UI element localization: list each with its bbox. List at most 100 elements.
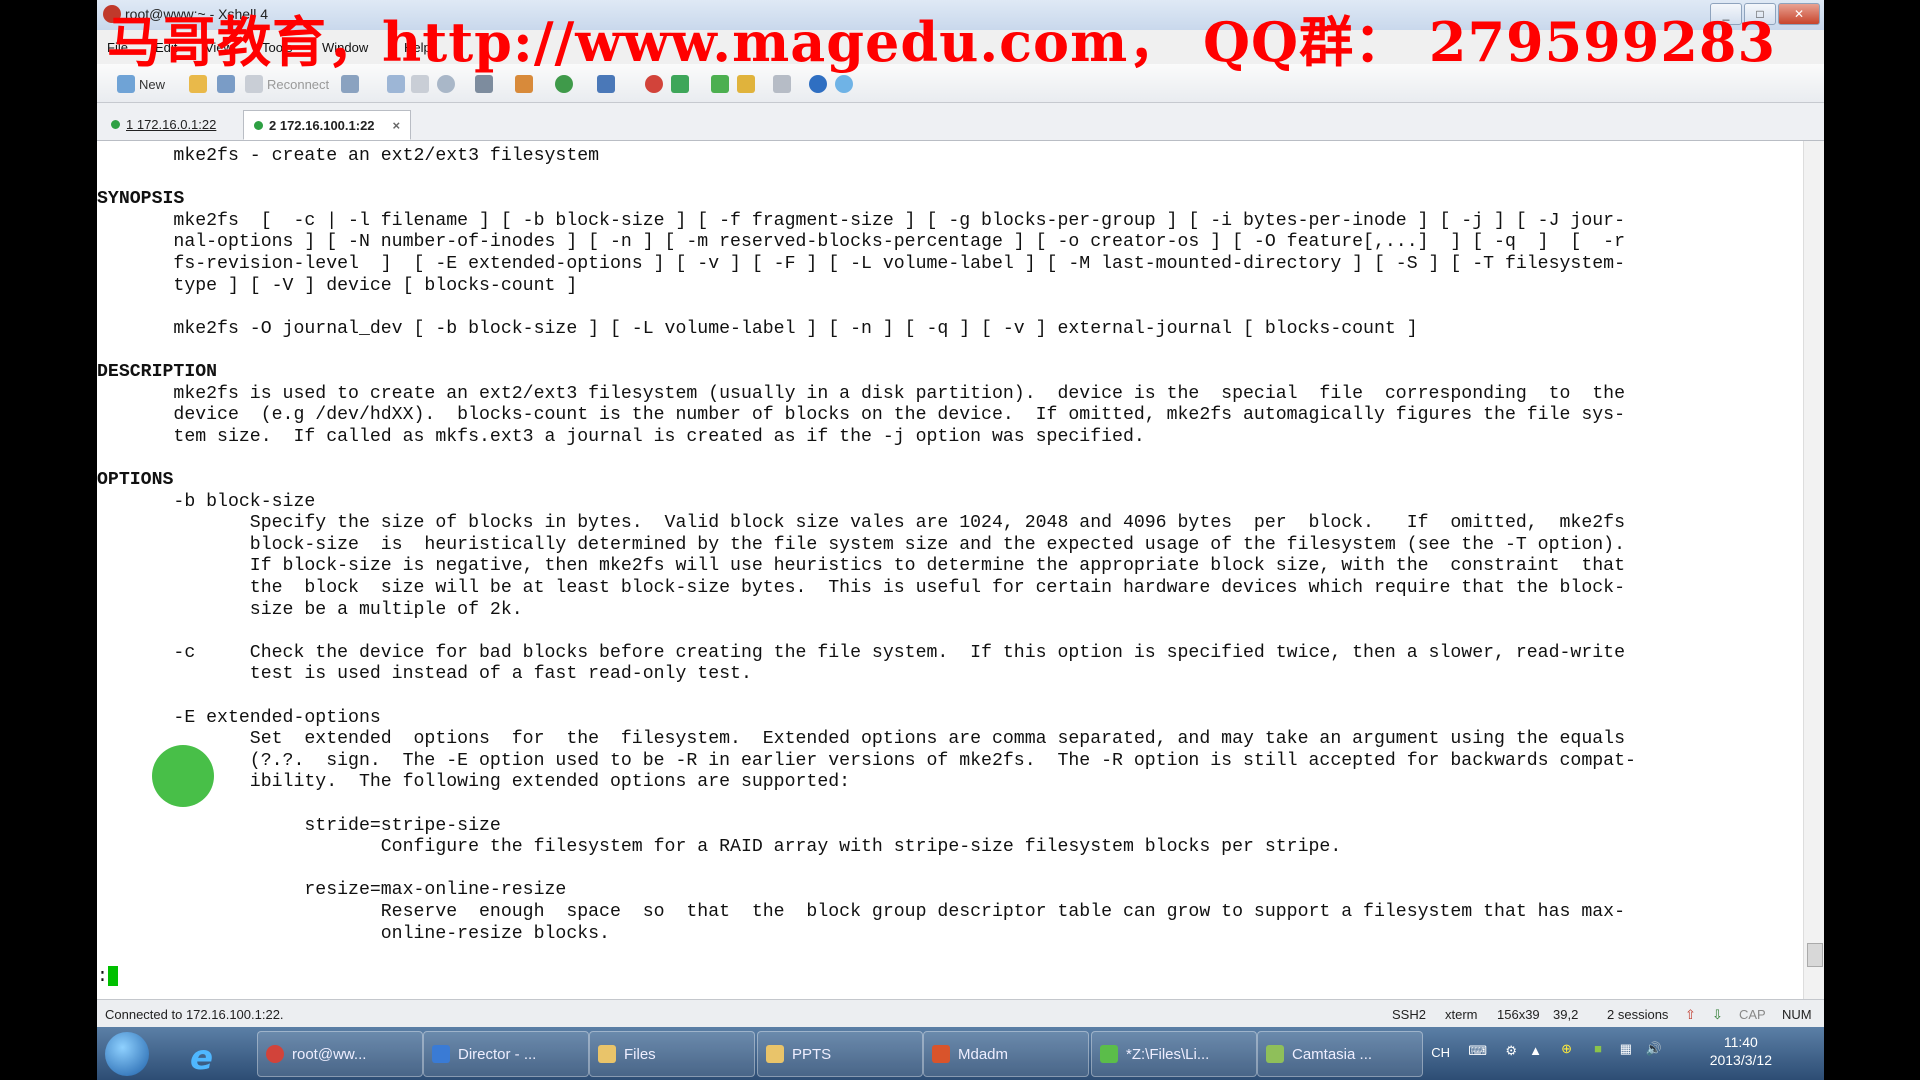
protocol-indicator: SSH2	[1392, 1007, 1426, 1022]
terminal-line: block-size is heuristically determined b…	[97, 534, 1625, 555]
reconnect-icon	[245, 75, 263, 93]
terminal-line: type ] [ -V ] device [ blocks-count ]	[97, 275, 578, 296]
print-icon	[475, 75, 493, 93]
tab-close-icon[interactable]: ×	[393, 118, 401, 133]
terminal-output[interactable]: mke2fs - create an ext2/ext3 filesystem S…	[97, 141, 1802, 999]
start-button[interactable]	[105, 1032, 149, 1076]
terminal-line: DESCRIPTION	[97, 362, 218, 382]
terminal-cursor	[107, 965, 118, 986]
folder-icon	[598, 1045, 616, 1063]
show-hidden-icons[interactable]: ▲	[1529, 1043, 1542, 1058]
new-label: New	[139, 76, 166, 92]
lock-icon	[737, 75, 755, 93]
terminal-line: -E extended-options	[97, 707, 381, 728]
windows-taskbar: e root@ww... Director - ... Files PPTS M…	[97, 1027, 1824, 1080]
xmanager-icon	[671, 75, 689, 93]
copy-icon	[387, 75, 405, 93]
task-ppts[interactable]: PPTS	[757, 1031, 923, 1077]
terminal-line: -b block-size	[97, 491, 316, 512]
task-xshell[interactable]: root@ww...	[257, 1031, 423, 1077]
close-button[interactable]: ✕	[1778, 3, 1820, 25]
terminal-line: fs-revision-level ] [ -E extended-option…	[97, 254, 1625, 274]
tab-session-1[interactable]: 1 172.16.0.1:22	[101, 110, 226, 138]
terminal-line: test is used instead of a fast read-only…	[97, 664, 752, 685]
num-indicator: NUM	[1782, 1007, 1812, 1022]
powerpoint-icon	[932, 1045, 950, 1063]
cursor-position: 39,2	[1553, 1007, 1579, 1022]
tray-settings-icon[interactable]: ⚙	[1505, 1043, 1517, 1059]
editor-icon	[1100, 1045, 1118, 1063]
xshell-window: root@www:~ - Xshell 4 _ □ ✕ 马哥教育，http://…	[97, 0, 1824, 1080]
task-label: Director - ...	[458, 1045, 537, 1063]
session-tabs: 1 172.16.0.1:22 2 172.16.100.1:22 ×	[97, 103, 1824, 141]
task-director[interactable]: Director - ...	[423, 1031, 589, 1077]
terminal-line: the block size will be at least block-si…	[97, 578, 1625, 598]
terminal-line: Configure the filesystem for a RAID arra…	[97, 837, 1342, 858]
terminal-line: mke2fs [ -c | -l filename ] [ -b block-s…	[97, 210, 1625, 231]
task-camtasia[interactable]: Camtasia ...	[1257, 1031, 1423, 1077]
keyboard-tray-icon[interactable]: ⌨	[1468, 1043, 1487, 1059]
task-mdadm[interactable]: Mdadm	[923, 1031, 1089, 1077]
upload-icon[interactable]: ⇧	[1685, 1007, 1696, 1023]
terminal-line: nal-options ] [ -N number-of-inodes ] [ …	[97, 232, 1625, 253]
terminal-line: (?.?. sign. The -E option used to be -R …	[97, 750, 1636, 771]
task-label: *Z:\Files\Li...	[1126, 1045, 1210, 1063]
add-icon[interactable]: ⊕	[1561, 1041, 1572, 1057]
terminal-scrollbar[interactable]	[1803, 141, 1824, 999]
download-icon[interactable]: ⇩	[1712, 1007, 1723, 1023]
folder-icon	[766, 1045, 784, 1063]
terminal-line: :	[97, 965, 118, 988]
clock-time: 11:40	[1723, 1034, 1758, 1050]
connection-status: Connected to 172.16.100.1:22.	[105, 1007, 284, 1022]
status-dot-icon	[111, 119, 120, 129]
terminal-line: mke2fs - create an ext2/ext3 filesystem	[97, 146, 600, 166]
terminal-line: device (e.g /dev/hdXX). blocks-count is …	[97, 405, 1625, 426]
task-label: PPTS	[792, 1045, 832, 1063]
tab-session-2[interactable]: 2 172.16.100.1:22 ×	[243, 110, 412, 140]
terminal-line: OPTIONS	[97, 470, 174, 490]
director-icon	[432, 1045, 450, 1063]
transfer-icon	[515, 75, 533, 93]
font-icon	[597, 75, 615, 93]
terminal-line: -c Check the device for bad blocks befor…	[97, 642, 1625, 663]
reconnect-label: Reconnect	[267, 76, 330, 92]
terminal-line: mke2fs -O journal_dev [ -b block-size ] …	[97, 318, 1418, 339]
task-editor[interactable]: *Z:\Files\Li...	[1091, 1031, 1257, 1077]
session-count: 2 sessions	[1607, 1007, 1669, 1022]
terminal-line: size be a multiple of 2k.	[97, 599, 523, 620]
properties-icon	[341, 75, 359, 93]
chat-icon	[835, 75, 853, 93]
status-dot-icon	[254, 120, 263, 130]
terminal-line: Reserve enough space so that the block g…	[97, 902, 1625, 922]
clock[interactable]: 11:40 2013/3/12	[1710, 1033, 1772, 1069]
terminal-line: If block-size is negative, then mke2fs w…	[97, 556, 1625, 577]
terminal-line: resize=max-online-resize	[97, 880, 567, 901]
link-icon	[217, 75, 235, 93]
xshell-icon	[266, 1045, 284, 1063]
task-files[interactable]: Files	[589, 1031, 755, 1077]
globe-icon	[555, 75, 573, 93]
term-size: 156x39	[1497, 1007, 1540, 1022]
help-icon	[809, 75, 827, 93]
terminal-line: stride=stripe-size	[97, 815, 501, 836]
network-icon[interactable]: ▦	[1620, 1041, 1632, 1057]
task-label: Camtasia ...	[1292, 1045, 1373, 1063]
camtasia-icon	[1266, 1045, 1284, 1063]
clock-date: 2013/3/12	[1709, 1052, 1772, 1068]
task-label: root@ww...	[292, 1045, 367, 1063]
status-bar: Connected to 172.16.100.1:22. SSH2 xterm…	[97, 999, 1824, 1028]
folder-icon	[189, 75, 207, 93]
app-tray-icon[interactable]: ■	[1594, 1041, 1602, 1056]
task-label: Files	[624, 1045, 656, 1063]
input-language[interactable]: CH	[1431, 1045, 1450, 1060]
xftp-icon	[645, 75, 663, 93]
scrollbar-thumb[interactable]	[1807, 943, 1823, 967]
paste-icon	[411, 75, 429, 93]
volume-icon[interactable]: 🔊	[1646, 1041, 1662, 1057]
tab-label: 2 172.16.100.1:22	[269, 117, 375, 133]
terminal-line: tem size. If called as mkfs.ext3 a journ…	[97, 426, 1145, 447]
find-icon	[437, 75, 455, 93]
internet-explorer-icon[interactable]: e	[190, 1038, 213, 1078]
terminal-line: SYNOPSIS	[97, 189, 185, 210]
watermark-banner: 马哥教育，http://www.magedu.com， QQ群： 2795992…	[107, 10, 1777, 74]
